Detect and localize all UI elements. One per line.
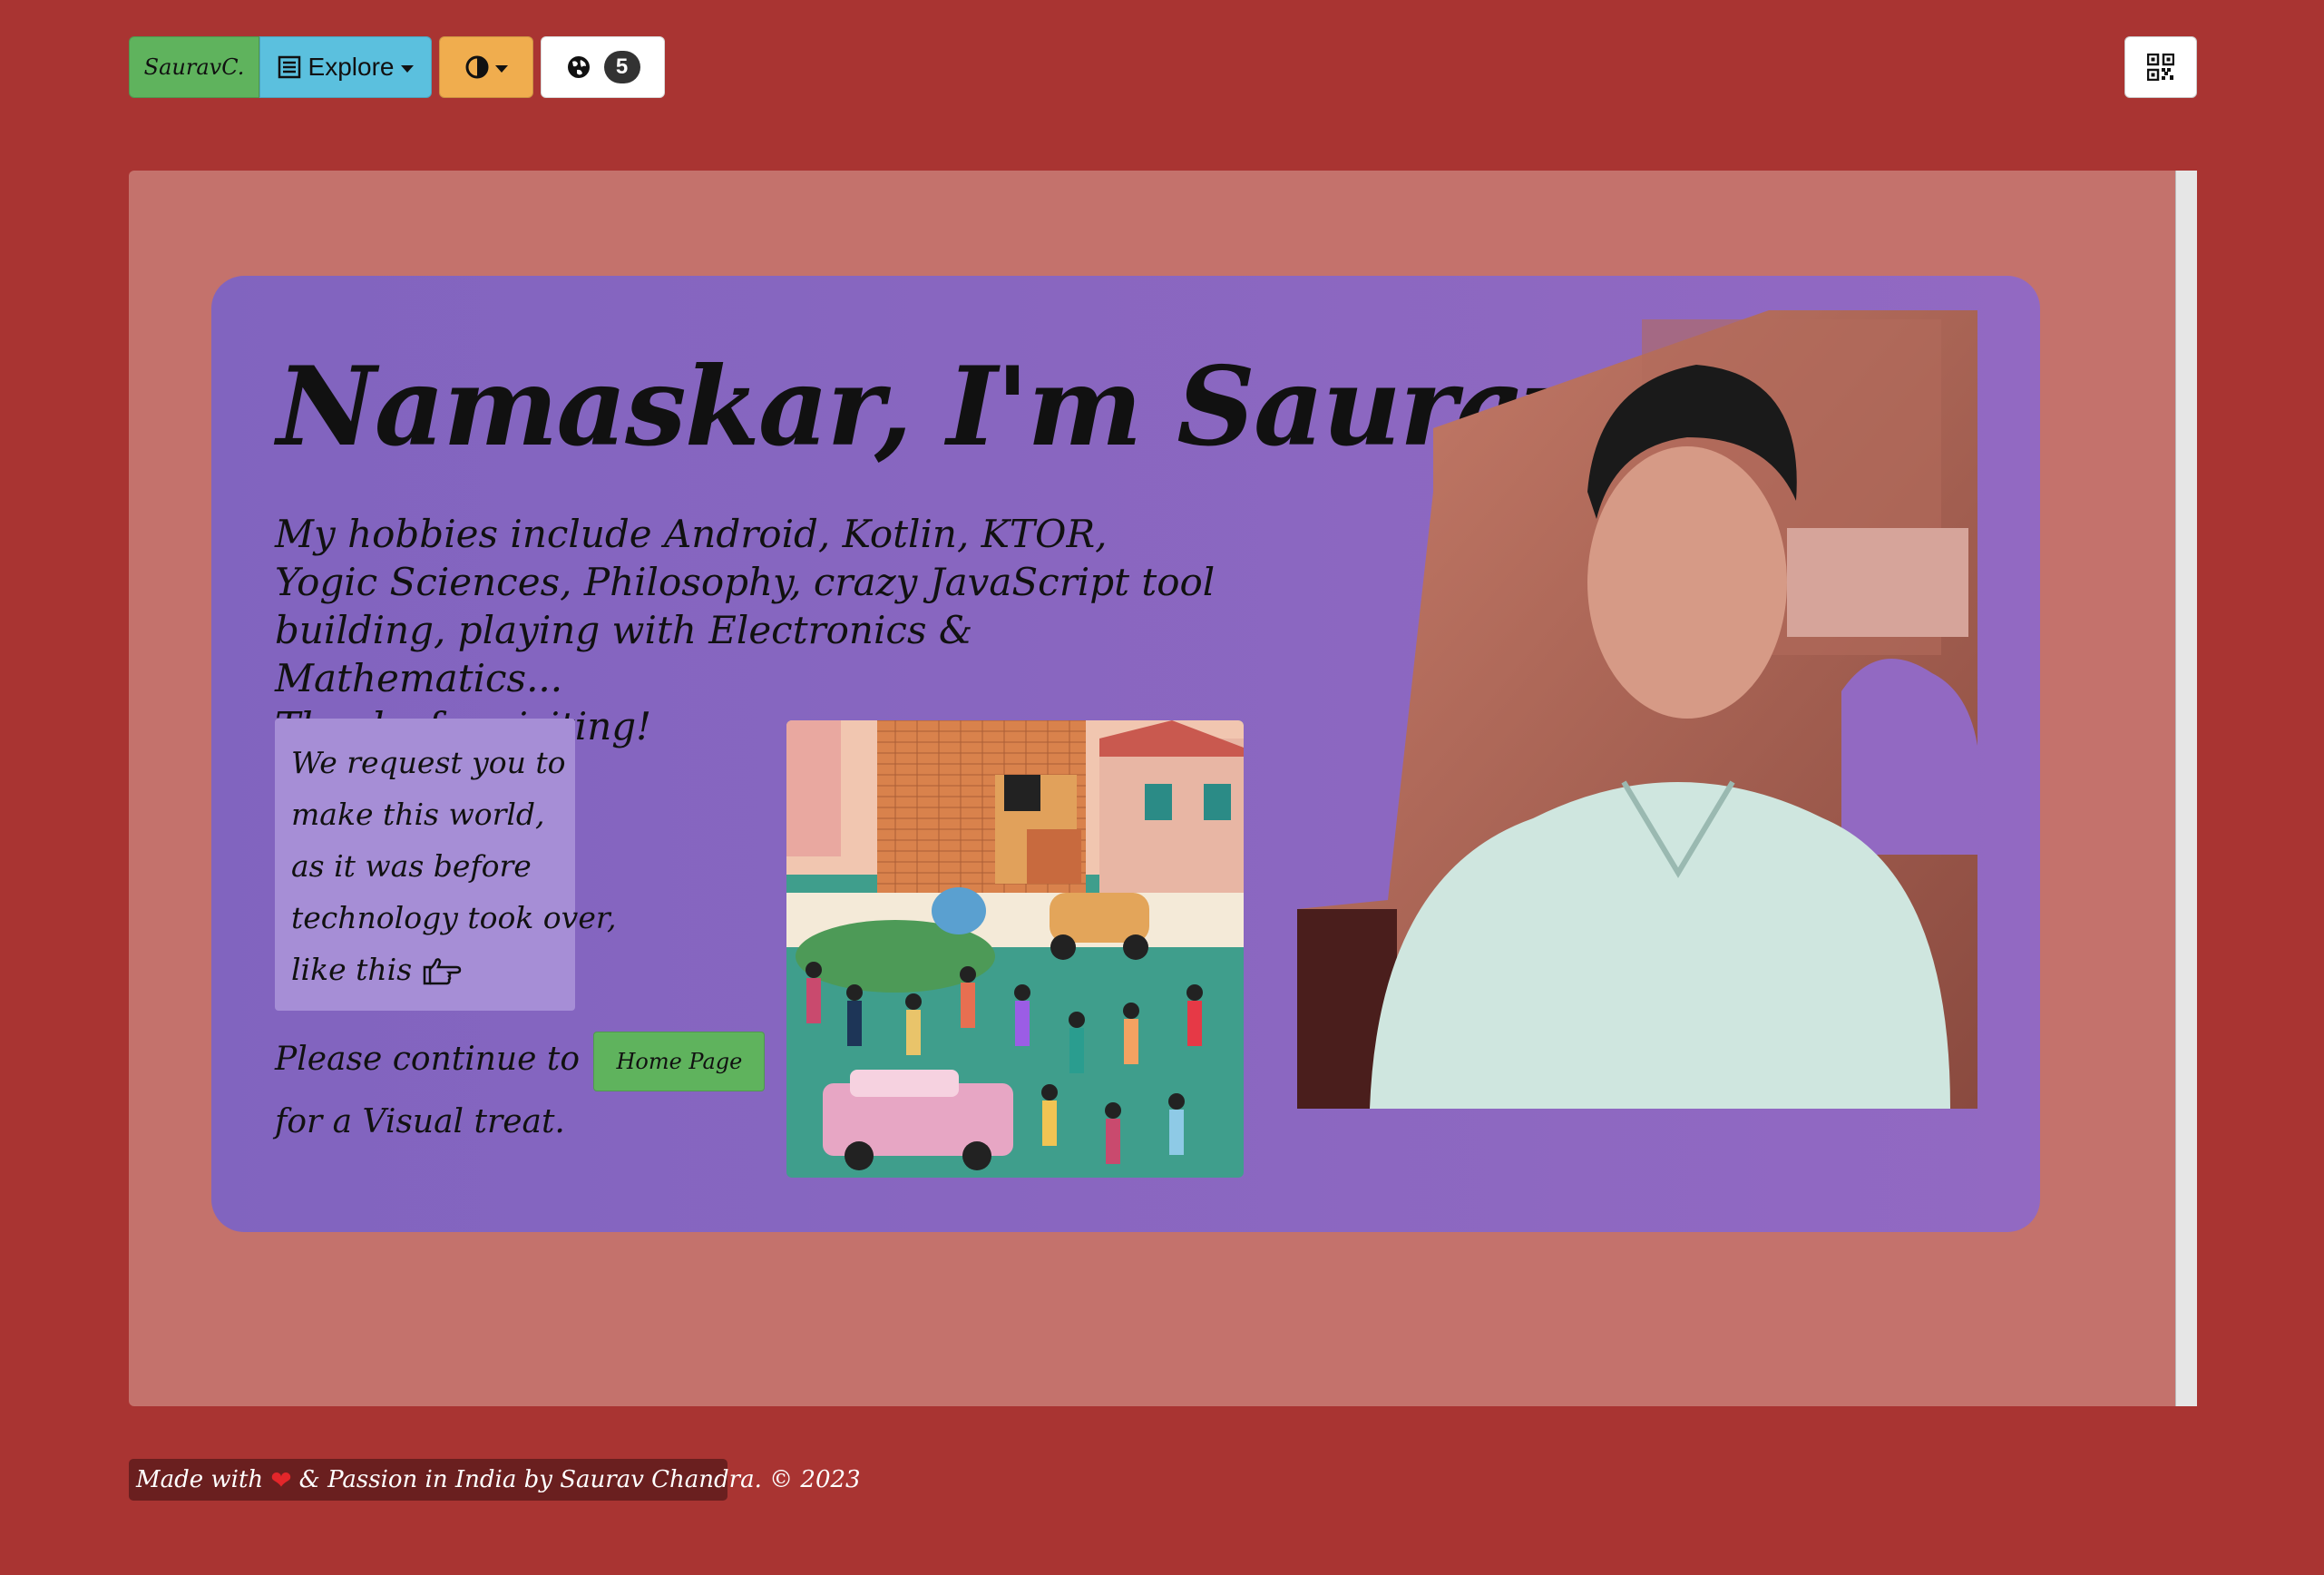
- footer: Made with ❤ & Passion in India by Saurav…: [129, 1459, 861, 1501]
- theme-toggle-button[interactable]: [439, 36, 533, 98]
- continue-text: Please continue to Home Page for a Visua…: [275, 1029, 783, 1153]
- explore-label: Explore: [308, 53, 395, 81]
- heart-icon: ❤: [270, 1464, 292, 1495]
- continue-before: Please continue to: [275, 1041, 580, 1078]
- brand-explore-group: SauravC. Explore: [129, 36, 432, 98]
- quote-box: We request you to make this world, as it…: [275, 719, 617, 1011]
- globe-icon: [567, 56, 590, 78]
- chevron-down-icon: [495, 65, 508, 73]
- quote-line-last: like this: [291, 944, 559, 995]
- language-button[interactable]: 5: [541, 36, 665, 98]
- qr-code-icon: [2147, 54, 2174, 81]
- profile-photo: [1297, 310, 1977, 1109]
- vertical-scrollbar[interactable]: [2175, 171, 2197, 1406]
- pointing-hand-icon: [423, 958, 461, 985]
- quote-line: like this: [291, 952, 413, 987]
- qr-code-button[interactable]: [2124, 36, 2197, 98]
- contrast-icon: [465, 55, 489, 79]
- brand-button[interactable]: SauravC.: [129, 36, 259, 98]
- quote-line: make this world,: [291, 797, 545, 832]
- hobbies-text: My hobbies include Android, Kotlin, KTOR…: [275, 510, 1218, 750]
- community-illustration: [786, 720, 1244, 1178]
- footer-text-after: & Passion in India by Saurav Chandra. © …: [298, 1466, 861, 1493]
- quote-line: We request you to: [291, 745, 566, 780]
- quote-line: as it was before: [291, 848, 532, 884]
- top-nav: SauravC. Explore 5: [129, 36, 665, 98]
- footer-text-before: Made with: [136, 1466, 264, 1493]
- hobbies-line: My hobbies include Android, Kotlin, KTOR…: [275, 512, 1216, 700]
- continue-after: for a Visual treat.: [275, 1103, 565, 1140]
- chevron-down-icon: [401, 65, 415, 73]
- home-page-button[interactable]: Home Page: [593, 1032, 766, 1091]
- list-icon: [278, 55, 300, 79]
- quote-line: technology took over,: [291, 900, 617, 935]
- language-count-badge: 5: [603, 51, 640, 83]
- main-panel: Namaskar, I'm Saurav My hobbies include …: [129, 171, 2197, 1406]
- explore-dropdown-button[interactable]: Explore: [259, 36, 432, 98]
- intro-card: Namaskar, I'm Saurav My hobbies include …: [211, 276, 2040, 1232]
